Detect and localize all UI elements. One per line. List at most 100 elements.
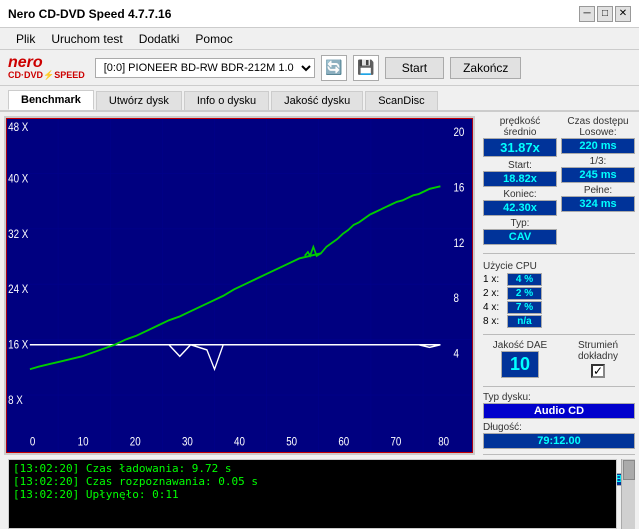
svg-text:50: 50 (286, 436, 297, 449)
log-line-1: [13:02:20] Czas ładowania: 9.72 s (13, 462, 612, 475)
svg-text:48 X: 48 X (8, 121, 28, 134)
svg-text:4: 4 (453, 348, 458, 361)
svg-text:12: 12 (453, 237, 464, 250)
log-line-2: [13:02:20] Czas rozpoznawania: 0.05 s (13, 475, 612, 488)
log-scrollbar[interactable] (621, 459, 635, 529)
start-button[interactable]: Start (385, 57, 444, 79)
log-scroll-thumb[interactable] (623, 460, 635, 480)
stream-section: Strumień dokładny ✓ (561, 340, 635, 378)
drive-selector[interactable]: [0:0] PIONEER BD-RW BDR-212M 1.01 (95, 58, 315, 78)
quality-section: Jakość DAE 10 (483, 340, 557, 378)
svg-text:40 X: 40 X (8, 173, 28, 186)
log-line-3: [13:02:20] Upłynęło: 0:11 (13, 488, 612, 501)
cpu-key-4x: 4 x: (483, 302, 505, 313)
menu-dodatki[interactable]: Dodatki (131, 30, 188, 48)
right-panel: prędkość średnio 31.87x Start: 18.82x Ko… (479, 112, 639, 459)
speed-start-label: Start: (483, 160, 557, 171)
speed-start-value: 18.82x (483, 171, 557, 187)
quality-stream-row: Jakość DAE 10 Strumień dokładny ✓ (483, 340, 635, 378)
title-bar: Nero CD-DVD Speed 4.7.7.16 ─ □ ✕ (0, 0, 639, 28)
menu-plik[interactable]: Plik (8, 30, 43, 48)
svg-text:8 X: 8 X (8, 394, 23, 407)
app-title: Nero CD-DVD Speed 4.7.7.16 (8, 7, 171, 21)
cpu-key-1x: 1 x: (483, 274, 505, 285)
access-random-label: Losowe: (561, 127, 635, 138)
divider4 (483, 454, 635, 455)
cpu-val-4x: 7 % (507, 301, 542, 314)
tab-create-disc[interactable]: Utwórz dysk (96, 91, 182, 110)
speed-access-row: prędkość średnio 31.87x Start: 18.82x Ko… (483, 116, 635, 245)
svg-text:24 X: 24 X (8, 283, 28, 296)
window-controls: ─ □ ✕ (579, 6, 631, 22)
benchmark-chart: 48 X 40 X 32 X 24 X 16 X 8 X 20 16 12 8 … (6, 118, 473, 453)
quality-label: Jakość DAE (483, 340, 557, 351)
svg-text:20: 20 (130, 436, 141, 449)
svg-text:60: 60 (338, 436, 349, 449)
disc-section: Typ dysku: Audio CD Długość: 79:12.00 (483, 392, 635, 449)
access-section-label: Czas dostępu (561, 116, 635, 127)
tab-benchmark[interactable]: Benchmark (8, 90, 94, 110)
tab-scandisc[interactable]: ScanDisc (365, 91, 437, 110)
log-area: [13:02:20] Czas ładowania: 9.72 s [13:02… (8, 459, 617, 529)
tabs-bar: Benchmark Utwórz dysk Info o dysku Jakoś… (0, 86, 639, 112)
menu-bar: Plik Uruchom test Dodatki Pomoc (0, 28, 639, 50)
stream-label: Strumień dokładny (561, 340, 635, 362)
tab-disc-quality[interactable]: Jakość dysku (271, 91, 363, 110)
speed-avg-label: średnio (483, 127, 557, 138)
speed-avg-value: 31.87x (483, 138, 557, 157)
nero-logo: nero CD·DVD⚡SPEED (8, 55, 85, 80)
cpu-key-8x: 8 x: (483, 316, 505, 327)
disc-type-value: Audio CD (483, 403, 635, 419)
speed-end-value: 42.30x (483, 200, 557, 216)
cpu-key-2x: 2 x: (483, 288, 505, 299)
cpu-row-4x: 4 x: 7 % (483, 301, 635, 314)
tab-disc-info[interactable]: Info o dysku (184, 91, 269, 110)
cpu-section-label: Użycie CPU (483, 261, 635, 272)
svg-text:0: 0 (30, 436, 35, 449)
nero-text: nero (8, 55, 85, 71)
menu-uruchom[interactable]: Uruchom test (43, 30, 130, 48)
cpu-val-1x: 4 % (507, 273, 542, 286)
end-button[interactable]: Zakończ (450, 57, 521, 79)
cpu-row-2x: 2 x: 2 % (483, 287, 635, 300)
svg-text:16 X: 16 X (8, 339, 28, 352)
svg-text:70: 70 (390, 436, 401, 449)
access-full-label: Pełne: (561, 185, 635, 196)
toolbar: nero CD·DVD⚡SPEED [0:0] PIONEER BD-RW BD… (0, 50, 639, 86)
access-section: Czas dostępu Losowe: 220 ms 1/3: 245 ms … (561, 116, 635, 245)
cpu-val-2x: 2 % (507, 287, 542, 300)
maximize-button[interactable]: □ (597, 6, 613, 22)
disc-length-value: 79:12.00 (483, 433, 635, 449)
divider3 (483, 386, 635, 387)
speed-section-label: prędkość (483, 116, 557, 127)
svg-text:30: 30 (182, 436, 193, 449)
svg-text:20: 20 (453, 126, 464, 139)
access-full-value: 324 ms (561, 196, 635, 212)
speed-type-value: CAV (483, 229, 557, 245)
quality-value: 10 (501, 351, 539, 378)
speed-end-label: Koniec: (483, 189, 557, 200)
stream-checkbox: ✓ (591, 364, 605, 378)
svg-text:10: 10 (78, 436, 89, 449)
cpu-row-1x: 1 x: 4 % (483, 273, 635, 286)
disc-length-label: Długość: (483, 422, 635, 433)
disc-type-label: Typ dysku: (483, 392, 635, 403)
stream-checkbox-area: ✓ (561, 364, 635, 378)
svg-text:80: 80 (438, 436, 449, 449)
cdspeed-text: CD·DVD⚡SPEED (8, 71, 85, 80)
cpu-row-8x: 8 x: n/a (483, 315, 635, 328)
save-button[interactable]: 💾 (353, 55, 379, 81)
cpu-val-8x: n/a (507, 315, 542, 328)
close-button[interactable]: ✕ (615, 6, 631, 22)
minimize-button[interactable]: ─ (579, 6, 595, 22)
refresh-button[interactable]: 🔄 (321, 55, 347, 81)
svg-text:40: 40 (234, 436, 245, 449)
menu-pomoc[interactable]: Pomoc (187, 30, 240, 48)
divider2 (483, 334, 635, 335)
access-onethird-label: 1/3: (561, 156, 635, 167)
access-onethird-value: 245 ms (561, 167, 635, 183)
speed-section: prędkość średnio 31.87x Start: 18.82x Ko… (483, 116, 557, 245)
svg-text:16: 16 (453, 182, 464, 195)
cpu-section: Użycie CPU 1 x: 4 % 2 x: 2 % 4 x: 7 % 8 … (483, 261, 635, 329)
divider1 (483, 253, 635, 254)
